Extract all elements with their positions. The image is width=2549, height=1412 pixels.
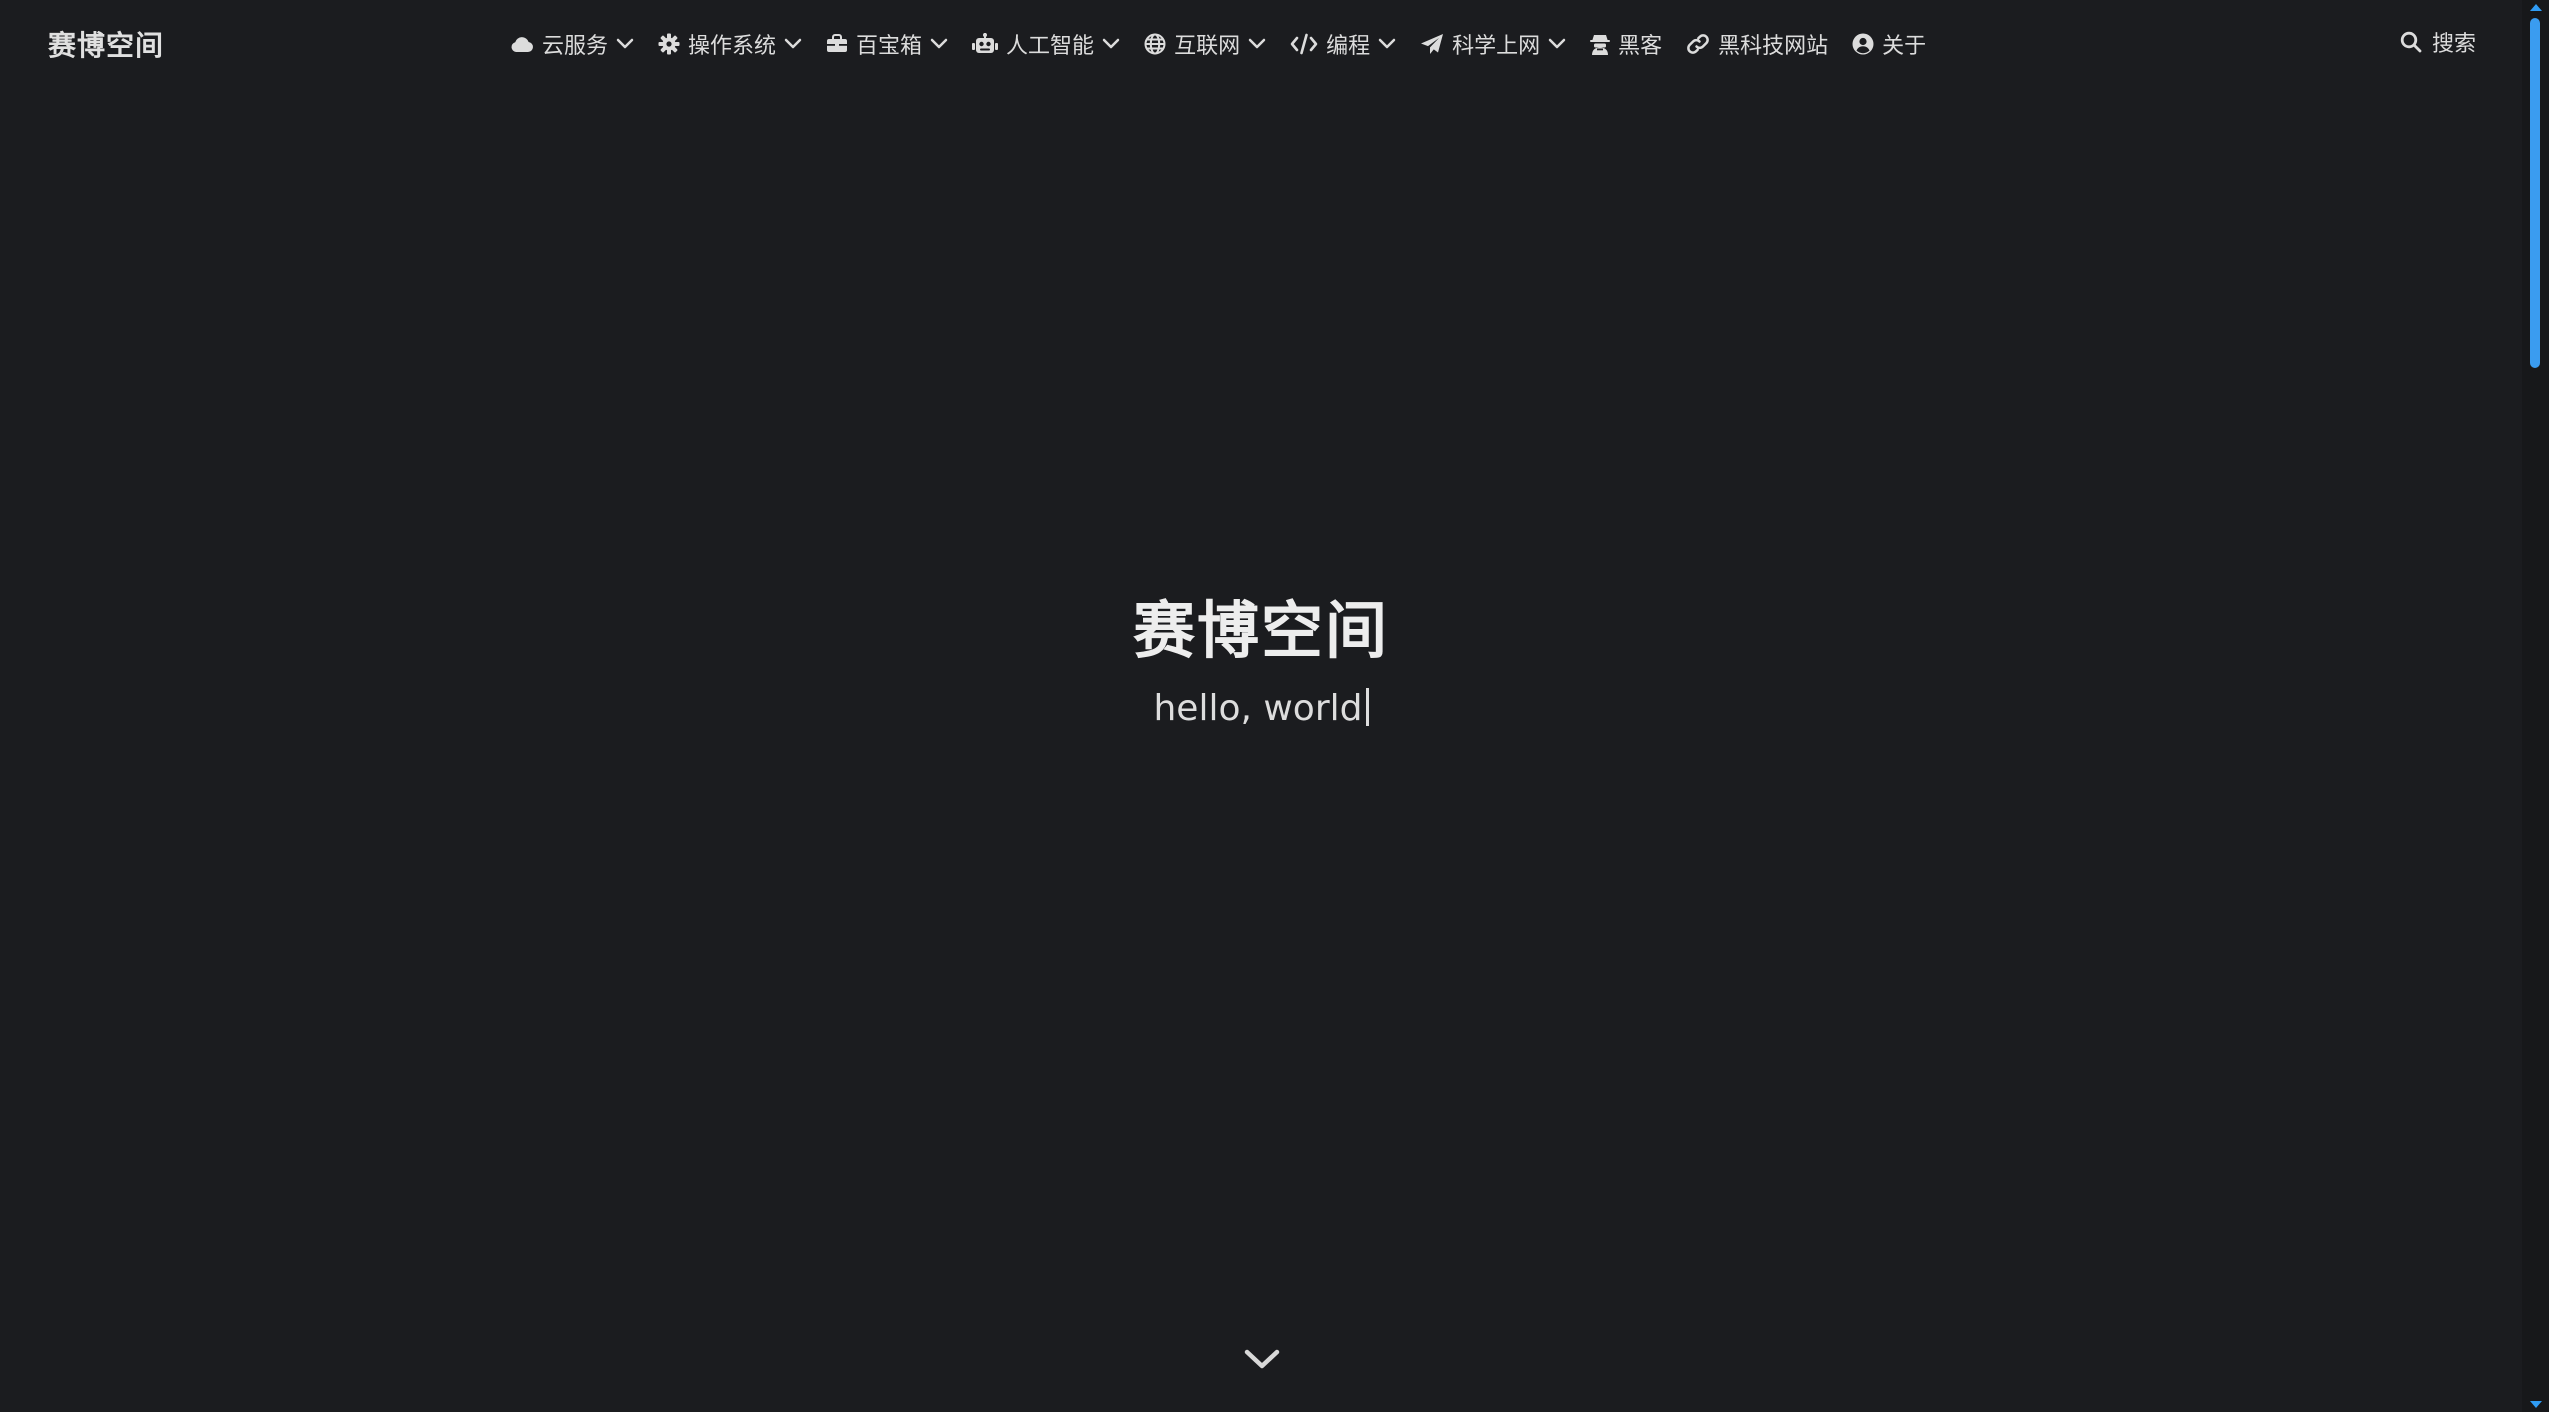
nav-item-label: 科学上网: [1452, 34, 1541, 59]
nav-item-programming[interactable]: 编程: [1290, 28, 1396, 60]
cloud-icon: [510, 35, 534, 53]
chevron-down-icon: [1248, 38, 1266, 50]
globe-icon: [1144, 33, 1166, 55]
nav-item-toolbox[interactable]: 百宝箱: [826, 28, 948, 60]
link-icon: [1686, 33, 1710, 55]
nav-item-label: 云服务: [542, 34, 609, 59]
nav-item-label: 操作系统: [688, 34, 777, 59]
chevron-down-icon: [1378, 38, 1396, 50]
nav-item-label: 人工智能: [1006, 34, 1095, 59]
hero-section: 赛博空间 hello, world: [0, 600, 2522, 727]
nav-item-black-tech-sites[interactable]: 黑科技网站: [1686, 28, 1828, 60]
gear-icon: [658, 33, 680, 55]
nav-item-label: 百宝箱: [856, 34, 923, 59]
scrollbar-thumb[interactable]: [2530, 18, 2540, 368]
scroll-down-button[interactable]: [1242, 1346, 1282, 1374]
nav-item-internet[interactable]: 互联网: [1144, 28, 1266, 60]
page: 赛博空间 云服务 操作系统 百宝箱 人工智能 互联网 编程 科学上网 黑客 黑科…: [0, 0, 2549, 1412]
nav-item-operating-system[interactable]: 操作系统: [658, 28, 802, 60]
top-navbar: 赛博空间 云服务 操作系统 百宝箱 人工智能 互联网 编程 科学上网 黑客 黑科…: [0, 0, 2522, 88]
nav-item-label: 黑客: [1618, 34, 1663, 59]
nav-item-hacker[interactable]: 黑客: [1590, 28, 1662, 60]
search-button[interactable]: 搜索: [2400, 26, 2476, 58]
hero-title: 赛博空间: [1132, 594, 1389, 667]
site-brand[interactable]: 赛博空间: [48, 24, 164, 64]
scroll-down-arrow-icon[interactable]: [2530, 1401, 2542, 1408]
search-label: 搜索: [2431, 32, 2476, 57]
nav-item-science-internet[interactable]: 科学上网: [1420, 28, 1566, 60]
nav-item-label: 关于: [1882, 34, 1927, 59]
nav-item-label: 编程: [1326, 34, 1371, 59]
chevron-down-icon: [1102, 38, 1120, 50]
scroll-up-arrow-icon[interactable]: [2530, 4, 2542, 11]
chevron-down-icon: [1244, 1349, 1280, 1369]
chevron-down-icon: [616, 38, 634, 50]
nav-item-label: 互联网: [1174, 34, 1241, 59]
vertical-scrollbar[interactable]: [2522, 0, 2549, 1412]
robot-icon: [972, 33, 999, 55]
paper-plane-icon: [1420, 33, 1444, 55]
search-icon: [2400, 31, 2422, 53]
chevron-down-icon: [930, 38, 948, 50]
typing-cursor: [1365, 688, 1369, 726]
hero-subtitle: hello, world: [0, 688, 2522, 727]
hacker-icon: [1590, 33, 1611, 55]
code-icon: [1290, 33, 1318, 55]
nav-item-cloud-services[interactable]: 云服务: [510, 28, 634, 60]
toolbox-icon: [826, 34, 848, 54]
user-circle-icon: [1852, 33, 1874, 55]
nav-item-label: 黑科技网站: [1718, 34, 1829, 59]
nav-menu: 云服务 操作系统 百宝箱 人工智能 互联网 编程 科学上网 黑客 黑科技网站 关…: [510, 26, 1926, 62]
typing-text: hello, world: [1153, 688, 1363, 729]
nav-item-artificial-intelligence[interactable]: 人工智能: [972, 28, 1120, 60]
chevron-down-icon: [784, 38, 802, 50]
chevron-down-icon: [1548, 38, 1566, 50]
nav-item-about[interactable]: 关于: [1852, 28, 1926, 60]
